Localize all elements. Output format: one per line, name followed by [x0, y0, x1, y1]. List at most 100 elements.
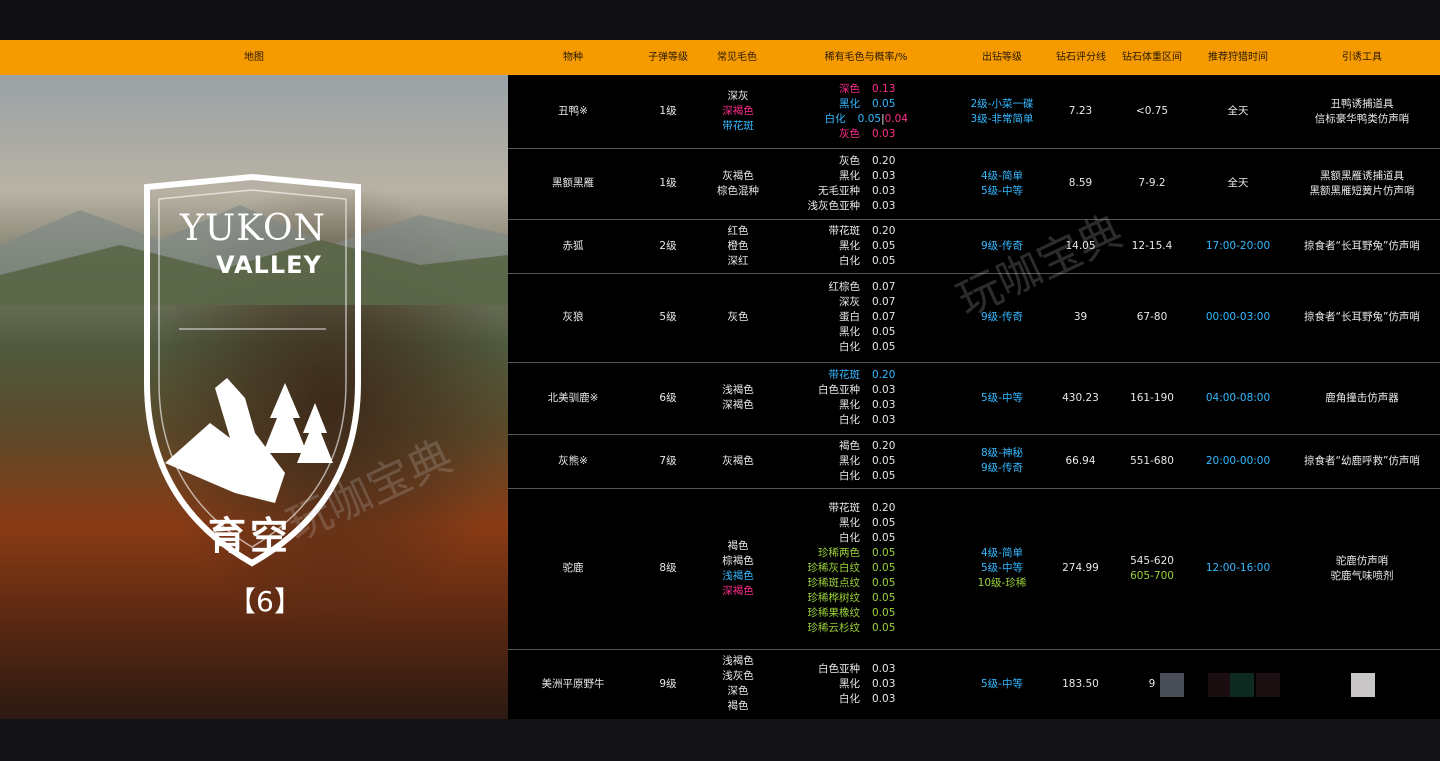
common-fur-cell: 灰褐色 [698, 434, 778, 488]
rare-fur-line: 珍稀桦树纹 0.05 [778, 591, 908, 606]
lure-cell: 驼鹿仿声哨 驼鹿气味喷剂 [1282, 488, 1440, 649]
rare-fur-line: 白色亚种 0.03 [778, 383, 908, 398]
ammo-level: 2级 [659, 239, 677, 252]
common-fur-cell: 灰色 [698, 273, 778, 362]
common-fur: 灰色 [727, 311, 749, 323]
ammo-level: 5级 [659, 311, 677, 323]
ammo-level: 9级 [659, 677, 677, 690]
rare-fur-name: 白化 [839, 341, 860, 353]
rare-fur-probability: 0.05 [872, 454, 896, 467]
table-row: 灰熊※ 7级 灰褐色 褐色 0.20 黑化 0.05 白化 0.05 8级-神秘 9级-传奇 66.9… [508, 434, 1440, 489]
rare-fur-probability: 0.20 [872, 369, 896, 381]
rare-fur-line: 白化 0.05 [778, 254, 908, 269]
map-panel: YUKON VALLEY 育空 【6】 玩咖宝典 [0, 75, 508, 719]
rare-fur-name: 白化 [824, 112, 846, 125]
species-cell: 灰狼 [528, 273, 618, 362]
common-fur: 红色 [727, 224, 749, 237]
common-fur-cell: 浅褐色 深褐色 [698, 362, 778, 434]
table-row: 驼鹿 8级 褐色 棕褐色 浅褐色 深褐色 带花斑 0.20 黑化 0.05 白化 0.05 珍稀两色 0.… [508, 488, 1440, 650]
common-fur: 棕色混种 [717, 184, 759, 197]
diamond-score: 14.05 [1065, 239, 1096, 252]
lure-cell: 鹿角撞击仿声器 [1282, 362, 1440, 434]
rare-fur-line: 黑化 0.05 [778, 239, 908, 254]
table-row: 黑额黑雁 1级 灰褐色 棕色混种 灰色 0.20 黑化 0.03 无毛亚种 0.03 浅灰色亚种 0.… [508, 148, 1440, 220]
obscured-patch [1351, 673, 1375, 697]
rare-fur-name: 珍稀云杉纹 [807, 622, 861, 634]
diamond-score-cell: 183.50 [1048, 649, 1113, 719]
species-cell: 赤狐 [528, 219, 618, 273]
rare-fur-probability: 0.03 [872, 184, 896, 197]
species-cell: 丑鸭※ [528, 75, 618, 148]
rare-fur-cell: 带花斑 0.20 黑化 0.05 白化 0.05 珍稀两色 0.05 珍稀灰白纹 0.05 珍稀斑点… [778, 488, 908, 649]
species-table: 丑鸭※ 1级 深灰 深褐色 带花斑 深色 0.13 黑化 0.05 白化 0.05 | 0.04 灰色… [508, 75, 1440, 719]
rare-fur-probability: 0.03 [872, 399, 896, 411]
rare-fur-name: 黑化 [839, 677, 860, 690]
rare-fur-probability: 0.20 [872, 439, 896, 452]
hunt-time-cell: 17:00-20:00 [1198, 219, 1278, 273]
rare-fur-probability: 0.20 [872, 154, 896, 167]
ammo-cell: 7级 [628, 434, 708, 488]
rare-fur-name: 无毛亚种 [818, 184, 860, 197]
hunt-time: 全天 [1227, 105, 1249, 117]
rare-fur-probability: 0.07 [872, 281, 896, 293]
table-header: 地图 物种 子弹等级 常见毛色 稀有毛色与概率/% 出钻等级 钻石评分线 钻石体… [0, 40, 1440, 75]
common-fur: 深褐色 [722, 105, 754, 117]
rare-fur-name: 珍稀灰白纹 [807, 562, 861, 574]
diamond-level-cell: 9级-传奇 [952, 273, 1052, 362]
obscured-patch [1160, 673, 1184, 697]
diamond-level-cell: 4级-简单 5级-中等 [952, 148, 1052, 219]
diamond-level: 9级-传奇 [981, 311, 1023, 323]
lure-cell: 掠食者“幼鹿呼救”仿声哨 [1282, 434, 1440, 488]
table-row: 丑鸭※ 1级 深灰 深褐色 带花斑 深色 0.13 黑化 0.05 白化 0.05 | 0.04 灰色… [508, 75, 1440, 149]
ammo-level: 7级 [659, 454, 677, 467]
diamond-level-cell: 2级-小菜一碟 3级-非常简单 [952, 75, 1052, 148]
table-row: 美洲平原野牛 9级 浅褐色 浅灰色 深色 褐色 白色亚种 0.03 黑化 0.03 白化 0.03 5级… [508, 649, 1440, 719]
rare-fur-line: 白化 0.03 [778, 413, 908, 428]
rare-fur-line: 深灰 0.07 [778, 295, 908, 310]
diamond-weight-cell: 12-15.4 [1116, 219, 1188, 273]
common-fur-cell: 深灰 深褐色 带花斑 [698, 75, 778, 148]
rare-fur-line: 珍稀云杉纹 0.05 [778, 621, 908, 636]
rare-fur-probability: 0.04 [884, 112, 908, 125]
rare-fur-name: 珍稀果橡纹 [807, 607, 861, 619]
header-lure: 引诱工具 [1342, 52, 1382, 63]
rare-fur-name: 白化 [839, 414, 860, 426]
common-fur-cell: 褐色 棕褐色 浅褐色 深褐色 [698, 488, 778, 649]
rare-fur-line: 白化 0.05 [778, 531, 908, 546]
diamond-weight-cell: 7-9.2 [1116, 148, 1188, 219]
rare-fur-probability: 0.03 [872, 662, 896, 675]
rare-fur-name: 灰色 [839, 127, 860, 140]
rare-fur-line: 黑化 0.03 [778, 398, 908, 413]
rare-fur-probability: 0.03 [872, 127, 896, 140]
rare-fur-line: 白化 0.05 | 0.04 [778, 112, 908, 127]
rare-fur-name: 黑化 [839, 454, 860, 467]
rare-fur-cell: 褐色 0.20 黑化 0.05 白化 0.05 [778, 434, 908, 488]
common-fur-cell: 灰褐色 棕色混种 [698, 148, 778, 219]
ammo-cell: 2级 [628, 219, 708, 273]
hunt-time-cell: 12:00-16:00 [1198, 488, 1278, 649]
table-row: 灰狼 5级 灰色 红棕色 0.07 深灰 0.07 蛋白 0.07 黑化 0.05 白化 0.05 9级-… [508, 273, 1440, 363]
rare-fur-line: 珍稀斑点纹 0.05 [778, 576, 908, 591]
hunt-time: 04:00-08:00 [1205, 391, 1271, 404]
diamond-weight: 12-15.4 [1131, 239, 1173, 252]
species-name: 黑额黑雁 [552, 177, 594, 189]
diamond-score: 39 [1073, 311, 1088, 323]
common-fur: 深褐色 [722, 584, 754, 597]
rare-fur-line: 白化 0.05 [778, 340, 908, 355]
bottom-bar [0, 719, 1440, 761]
diamond-score-cell: 274.99 [1048, 488, 1113, 649]
lure-tool: 驼鹿气味喷剂 [1330, 569, 1394, 582]
rare-fur-name: 黑化 [839, 169, 860, 182]
hunt-time: 20:00-00:00 [1205, 454, 1271, 467]
diamond-level: 4级-简单 [981, 547, 1023, 559]
common-fur: 褐色 [727, 700, 749, 712]
rare-fur-line: 白化 0.03 [778, 692, 908, 707]
rare-fur-name: 褐色 [839, 439, 860, 452]
rare-fur-name: 白化 [839, 532, 860, 544]
rare-fur-probability: 0.03 [872, 169, 896, 182]
diamond-weight: 67-80 [1136, 311, 1168, 323]
diamond-score: 430.23 [1062, 391, 1099, 404]
rare-fur-name: 珍稀斑点纹 [807, 577, 861, 589]
common-fur: 橙色 [727, 239, 749, 252]
diamond-score: 8.59 [1068, 177, 1093, 189]
